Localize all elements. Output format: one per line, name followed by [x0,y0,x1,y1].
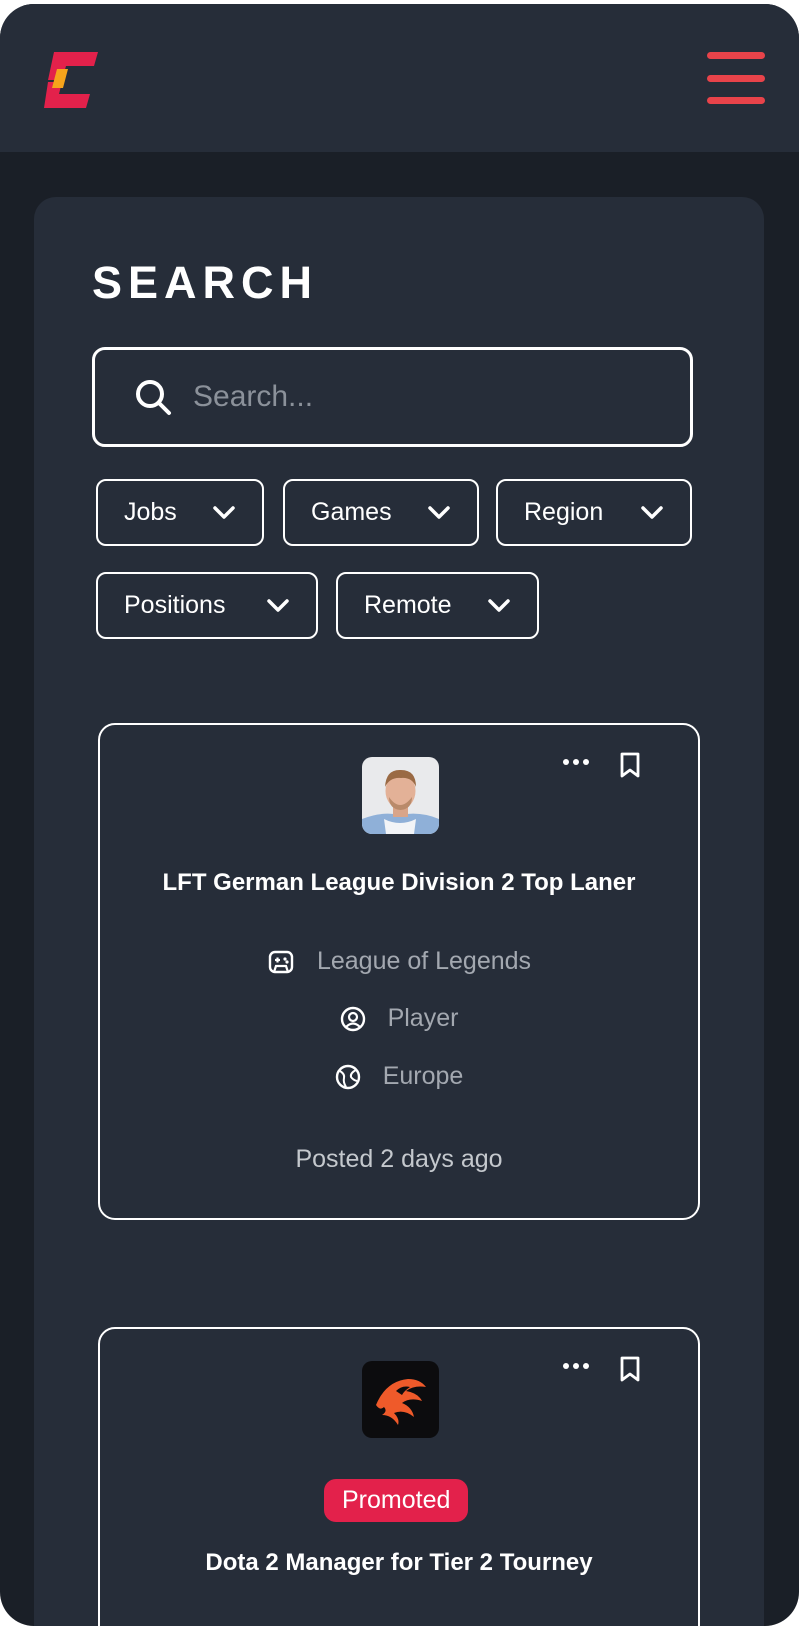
game-row: League of Legends [100,947,698,976]
app-screen: SEARCH Jobs Games Region [0,4,799,1626]
gamepad-icon [268,950,294,973]
top-bar [0,4,799,152]
globe-icon [335,1064,360,1089]
role-name: Player [387,1004,459,1032]
phoenix-logo [362,1361,439,1438]
player-avatar [362,757,439,834]
bookmark-icon[interactable] [618,1355,642,1383]
filter-games[interactable]: Games [283,479,479,546]
job-title[interactable]: Dota 2 Manager for Tier 2 Tourney [100,1549,698,1577]
filter-remote[interactable]: Remote [336,572,539,639]
filter-label: Games [311,498,392,526]
more-options-icon[interactable] [562,1361,590,1371]
chevron-down-icon [641,505,663,519]
brand-logo[interactable] [44,48,100,112]
menu-line [707,74,765,82]
chevron-down-icon [488,598,510,612]
bookmark-icon[interactable] [618,751,642,779]
page-title: SEARCH [92,257,319,308]
filter-label: Region [524,498,604,526]
job-title[interactable]: LFT German League Division 2 Top Laner [100,869,698,897]
search-panel: SEARCH Jobs Games Region [34,197,764,1626]
user-circle-icon [340,1006,365,1031]
game-name: League of Legends [316,947,532,975]
hamburger-menu-button[interactable] [707,52,765,104]
search-icon [136,380,171,415]
filter-region[interactable]: Region [496,479,692,546]
filter-positions[interactable]: Positions [96,572,318,639]
posted-date: Posted 2 days ago [295,1145,503,1173]
region-name: Europe [382,1062,464,1090]
search-input[interactable] [193,380,653,414]
promoted-badge: Promoted [324,1479,469,1522]
menu-line [707,52,765,59]
search-field[interactable] [92,347,693,447]
menu-line [707,97,765,104]
job-card[interactable]: Promoted Dota 2 Manager for Tier 2 Tourn… [98,1327,700,1626]
filter-label: Positions [124,591,226,619]
filter-jobs[interactable]: Jobs [96,479,264,546]
chevron-down-icon [213,505,235,519]
more-options-icon[interactable] [562,757,590,767]
filter-label: Remote [364,591,452,619]
chevron-down-icon [267,598,289,612]
filter-label: Jobs [124,498,177,526]
region-row: Europe [100,1062,698,1091]
chevron-down-icon [428,505,450,519]
role-row: Player [100,1004,698,1033]
job-card[interactable]: LFT German League Division 2 Top Laner L… [98,723,700,1220]
